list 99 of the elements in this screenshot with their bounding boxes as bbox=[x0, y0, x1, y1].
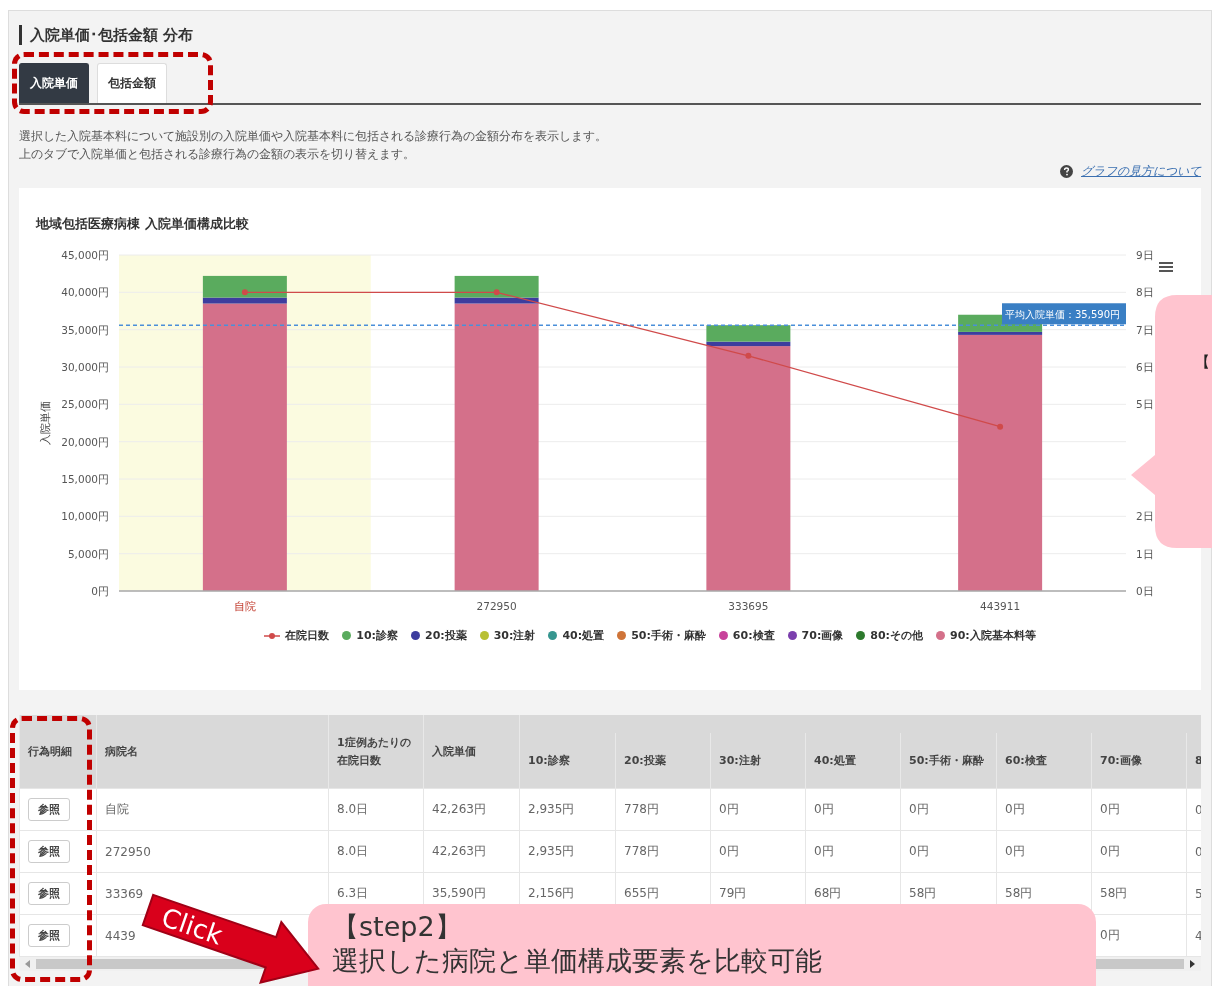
description-text: 選択した入院基本料について施設別の入院単価や入院基本料に包括される診療行為の金額分布を表示します。 bbox=[19, 128, 608, 145]
view-button[interactable]: 参照 bbox=[28, 924, 70, 947]
table-cell: 33369 bbox=[105, 886, 144, 901]
axis-tick-label: 5日 bbox=[1136, 398, 1154, 411]
category-label: 443911 bbox=[980, 600, 1021, 612]
table-cell: 655円 bbox=[624, 886, 659, 900]
table-cell: 778円 bbox=[624, 844, 659, 858]
axis-tick-label: 1日 bbox=[1136, 547, 1154, 560]
legend-label[interactable]: 在院日数 bbox=[285, 628, 330, 643]
table-cell: 自院 bbox=[105, 802, 129, 816]
axis-tick-label: 0円 bbox=[91, 585, 109, 597]
legend-label[interactable]: 60:検査 bbox=[732, 628, 775, 643]
axis-tick-label: 2日 bbox=[1136, 510, 1154, 523]
column-header: 入院単価 bbox=[432, 744, 476, 758]
column-header: 10:診察 bbox=[528, 753, 570, 767]
legend-label[interactable]: 40:処置 bbox=[562, 628, 605, 643]
table-cell: 0円 bbox=[814, 844, 834, 858]
category-label: 333695 bbox=[728, 600, 769, 612]
table-cell: 79円 bbox=[719, 886, 747, 900]
section-title: 入院単価･包括金額 分布 bbox=[19, 25, 1201, 45]
legend-label[interactable]: 50:手術・麻酔 bbox=[631, 628, 706, 643]
axis-tick-label: 9日 bbox=[1136, 249, 1154, 261]
legend-label[interactable]: 70:画像 bbox=[801, 628, 844, 643]
table-cell: 42,263円 bbox=[432, 844, 486, 858]
callout-text: 選択した病院と単価構成要素を比較可能 bbox=[332, 944, 823, 978]
table-cell: 778円 bbox=[624, 802, 659, 816]
table-cell: 58円 bbox=[1100, 886, 1128, 900]
scroll-right-icon[interactable] bbox=[1190, 960, 1195, 968]
legend-label[interactable]: 20:投薬 bbox=[425, 628, 467, 643]
tab[interactable]: 入院単価 bbox=[19, 63, 89, 103]
legend-label[interactable]: 10:診察 bbox=[356, 628, 398, 643]
axis-tick-label: 35,000円 bbox=[61, 323, 109, 336]
chart-title: 地域包括医療病棟 入院単価構成比較 bbox=[36, 216, 249, 231]
legend-label[interactable]: 90:入院基本料等 bbox=[950, 628, 1036, 643]
menu-icon[interactable] bbox=[1159, 262, 1173, 272]
table-cell: 0円 bbox=[1005, 844, 1025, 858]
category-label: 272950 bbox=[476, 600, 517, 612]
ref-line-label: 平均入院単価：35,590円 bbox=[1005, 309, 1120, 321]
column-header: 病院名 bbox=[105, 744, 138, 758]
column-header: 30:注射 bbox=[719, 753, 761, 767]
average-label: 平均入院単価：35,590円 bbox=[1002, 303, 1126, 325]
table-cell: 0円 bbox=[909, 844, 929, 858]
axis-tick-label: 40,000円 bbox=[61, 286, 109, 299]
axis-tick-label: 8日 bbox=[1136, 286, 1154, 299]
table-cell: 0円 bbox=[1100, 928, 1120, 942]
table-cell: 2,935円 bbox=[528, 802, 575, 816]
table-cell: 42,263円 bbox=[432, 802, 486, 816]
column-header: 70:画像 bbox=[1100, 753, 1142, 767]
axis-tick-label: 7日 bbox=[1136, 323, 1154, 336]
table-cell: 8.0日 bbox=[337, 802, 369, 816]
table-cell: 68円 bbox=[814, 886, 842, 900]
column-header: 行為明細 bbox=[28, 744, 72, 758]
view-button[interactable]: 参照 bbox=[28, 798, 70, 821]
column-header: 60:検査 bbox=[1005, 753, 1047, 767]
table-cell: 8.0日 bbox=[337, 844, 369, 858]
table-cell: 4439 bbox=[105, 928, 136, 943]
legend-label[interactable]: 30:注射 bbox=[493, 628, 536, 643]
view-button[interactable]: 参照 bbox=[28, 840, 70, 863]
view-button[interactable]: 参照 bbox=[28, 882, 70, 905]
tab[interactable]: 包括金額 bbox=[97, 63, 167, 103]
table-cell: 0円 bbox=[1100, 802, 1120, 816]
table-cell: 272950 bbox=[105, 844, 151, 859]
arrow-label: Click bbox=[157, 901, 227, 951]
table-cell: 0 bbox=[1195, 802, 1201, 817]
axis-tick-label: 0日 bbox=[1136, 585, 1154, 597]
description-text: 上のタブで入院単価と包括される診療行為の金額の表示を切り替えます。 bbox=[19, 146, 416, 163]
legend-label[interactable]: 80:その他 bbox=[870, 628, 923, 643]
table-cell: 5 bbox=[1195, 886, 1201, 901]
axis-tick-label: 10,000円 bbox=[61, 510, 109, 523]
table-cell: 0円 bbox=[909, 802, 929, 816]
axis-tick-label: 5,000円 bbox=[67, 547, 109, 560]
table-cell: 0円 bbox=[1005, 802, 1025, 816]
column-header: 20:投薬 bbox=[624, 753, 666, 767]
axis-tick-label: 30,000円 bbox=[61, 361, 109, 373]
table-cell: 0円 bbox=[719, 802, 739, 816]
table-cell: 0円 bbox=[1100, 844, 1120, 858]
axis-tick-label: 25,000円 bbox=[61, 398, 109, 411]
help-icon bbox=[1060, 165, 1073, 178]
table-cell: 0円 bbox=[814, 802, 834, 816]
callout-text: 【 bbox=[1195, 353, 1210, 372]
column-header: 1症例あたりの在院日数 bbox=[337, 735, 411, 767]
axis-tick-label: 15,000円 bbox=[61, 473, 109, 485]
table-cell: 58円 bbox=[1005, 886, 1033, 900]
table-cell: 0 bbox=[1195, 844, 1201, 859]
category-label: 自院 bbox=[233, 600, 256, 612]
axis-tick-label: 20,000円 bbox=[61, 435, 109, 448]
table-cell: 0円 bbox=[719, 844, 739, 858]
help-link[interactable]: グラフの見方について bbox=[1081, 163, 1201, 180]
table-cell: 2,935円 bbox=[528, 844, 575, 858]
callout-text: 【step2】 bbox=[332, 910, 463, 944]
table-cell: 2,156円 bbox=[528, 886, 575, 900]
axis-tick-label: 6日 bbox=[1136, 361, 1154, 373]
table-cell: 35,590円 bbox=[432, 886, 486, 900]
column-header: 40:処置 bbox=[814, 753, 856, 767]
axis-tick-label: 45,000円 bbox=[61, 249, 109, 261]
table-cell: 6.3日 bbox=[337, 886, 369, 900]
column-header: 50:手術・麻酔 bbox=[909, 753, 984, 767]
axis-title: 入院単価 bbox=[39, 401, 52, 445]
table-cell: 58円 bbox=[909, 886, 937, 900]
